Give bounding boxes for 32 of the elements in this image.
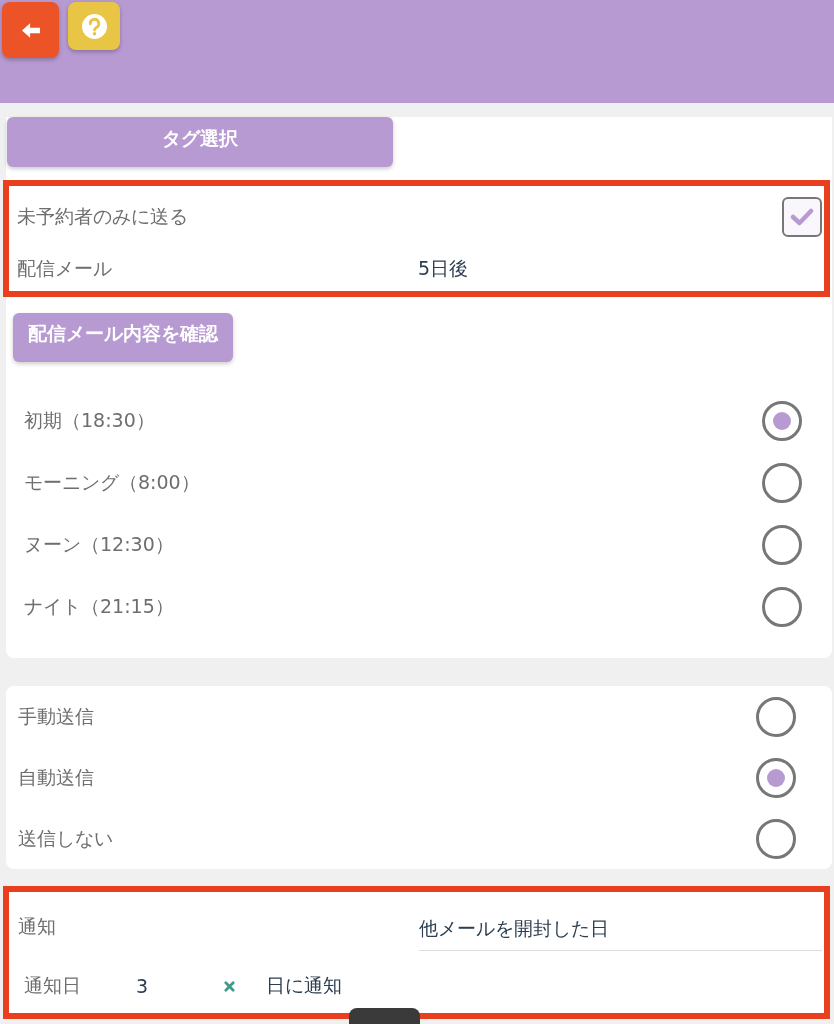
field-label: 配信メール xyxy=(17,255,113,281)
back-button[interactable] xyxy=(2,2,59,58)
drawer-handle[interactable] xyxy=(349,1008,420,1024)
option-label: ヌーン（12:30） xyxy=(24,532,174,557)
radio-button[interactable] xyxy=(756,696,796,737)
radio-button[interactable] xyxy=(762,463,802,503)
field-label: 通知 xyxy=(18,914,57,939)
radio-button[interactable] xyxy=(756,818,796,859)
help-icon xyxy=(81,13,107,39)
help-button[interactable] xyxy=(68,2,120,50)
days-value: 3 xyxy=(136,975,150,997)
option-label: ナイト（21:15） xyxy=(24,594,174,619)
option-label: モーニング（8:00） xyxy=(24,470,200,495)
clear-icon[interactable] xyxy=(224,980,235,992)
radio-button[interactable] xyxy=(762,587,802,627)
checkbox[interactable] xyxy=(782,197,822,237)
radio-button[interactable] xyxy=(762,525,802,565)
confirm-mail-button[interactable]: 配信メール内容を確認 xyxy=(13,313,233,362)
option-label: 初期（18:30） xyxy=(24,408,155,433)
left-arrow-icon xyxy=(21,22,40,38)
radio-button[interactable] xyxy=(762,401,802,441)
select-field[interactable]: 他メールを開封した日 xyxy=(419,903,822,951)
checkmark-icon xyxy=(790,208,814,226)
days-suffix: 日に通知 xyxy=(266,973,342,998)
option-label: 送信しない xyxy=(18,825,113,851)
radio-button[interactable] xyxy=(756,757,796,798)
option-label: 未予約者のみに送る xyxy=(17,204,188,229)
field-value: 5日後 xyxy=(418,255,469,281)
tag-select-button[interactable]: タグ選択 xyxy=(7,117,393,167)
option-label: 手動送信 xyxy=(18,703,94,729)
field-label: 通知日 xyxy=(24,973,82,998)
option-label: 自動送信 xyxy=(18,764,94,790)
